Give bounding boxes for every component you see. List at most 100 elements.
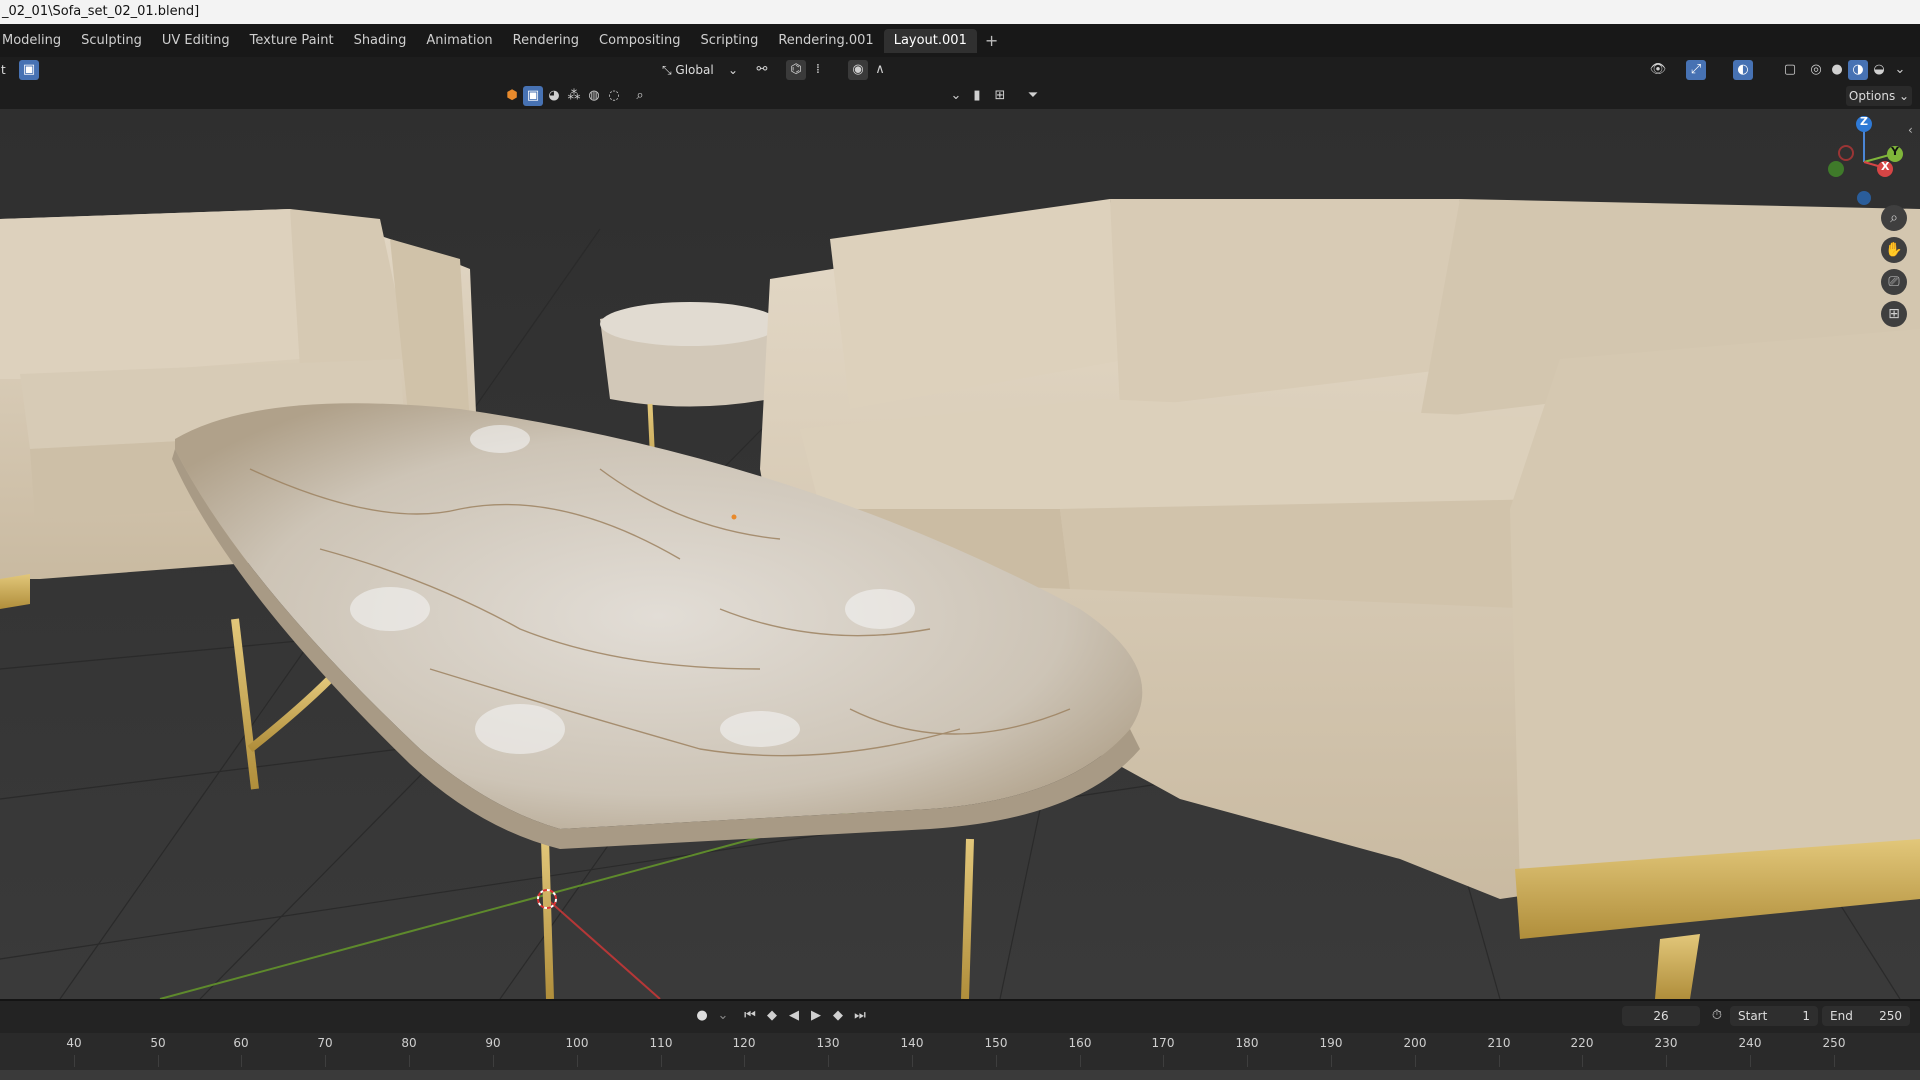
filter-down-icon[interactable]: ⌄ <box>946 86 966 106</box>
ruler-line <box>1163 1055 1164 1067</box>
particles-icon[interactable]: ⁂ <box>564 86 584 106</box>
next-keyframe-icon[interactable]: ◆ <box>828 1006 848 1026</box>
tab-compositing[interactable]: Compositing <box>589 29 691 53</box>
pan-hand-icon[interactable]: ✋ <box>1881 237 1907 263</box>
scene-render <box>0 109 1920 999</box>
play-icon[interactable]: ▶ <box>806 1006 826 1026</box>
tab-shading[interactable]: Shading <box>344 29 417 53</box>
select-box-icon[interactable]: ▣ <box>523 86 543 106</box>
scene-icon[interactable]: ⬢ <box>502 86 522 106</box>
pivot-icon[interactable]: ⚯ <box>752 60 772 80</box>
axis-gizmo-icon <box>1828 116 1903 205</box>
ruler-tick: 250 <box>1822 1036 1846 1050</box>
ruler-tick: 60 <box>233 1036 249 1050</box>
tab-scripting[interactable]: Scripting <box>691 29 769 53</box>
snap-target-icon[interactable]: ⁞ <box>808 60 828 80</box>
gizmo-z-label: Z <box>1860 115 1868 128</box>
ruler-line <box>996 1055 997 1067</box>
overlays-toggle-icon[interactable]: ◐ <box>1733 60 1753 80</box>
options-dropdown[interactable]: Options ⌄ <box>1846 86 1912 106</box>
ruler-tick: 140 <box>900 1036 924 1050</box>
ruler-tick: 230 <box>1654 1036 1678 1050</box>
tab-rendering-001[interactable]: Rendering.001 <box>768 29 883 53</box>
3d-viewport[interactable]: Z Y X ⌕ ✋ ⎚ ⊞ ‹ <box>0 109 1920 999</box>
rendered-shading-icon[interactable]: ◒ <box>1869 60 1889 80</box>
ruler-tick: 120 <box>732 1036 756 1050</box>
ruler-tick: 220 <box>1570 1036 1594 1050</box>
viewport-subheader: ⬢ ▣ ◕ ⁂ ◍ ◌ . ⌕ ⌄ ▮ ⊞ ⏷ Options ⌄ <box>0 83 1920 189</box>
layout-icon[interactable]: ⊞ <box>990 86 1010 106</box>
ruler-line <box>744 1055 745 1067</box>
gizmo-x-label: X <box>1881 160 1890 173</box>
sphere-icon[interactable]: ◕ <box>544 86 564 106</box>
ruler-line <box>1331 1055 1332 1067</box>
viewport-header: t ▣ ⤡ Global ⌄ ⚯ ⌬ ⁞ ◉ ∧ 👁 ⤢ ◐ ▢ ◎ ● ◑ ◒ … <box>0 57 1920 83</box>
solid-shading-icon[interactable]: ● <box>1827 60 1847 80</box>
record-options-chevron-icon[interactable]: ⌄ <box>713 1006 733 1026</box>
bookmark-icon[interactable]: ▮ <box>967 86 987 106</box>
navigation-gizmo[interactable]: Z Y X <box>1820 112 1920 212</box>
zoom-icon[interactable]: ⌕ <box>1881 205 1907 231</box>
ruler-tick: 100 <box>565 1036 589 1050</box>
ruler-line <box>828 1055 829 1067</box>
filter-icon[interactable]: ⏷ <box>1023 86 1043 106</box>
timeline-scrollbar[interactable] <box>0 1070 1920 1080</box>
end-value: 250 <box>1879 1009 1902 1023</box>
search-icon: ⌕ <box>636 88 644 103</box>
ruler-tick: 70 <box>317 1036 333 1050</box>
sidebar-toggle-chevron-icon[interactable]: ‹ <box>1908 123 1913 137</box>
end-label: End <box>1830 1009 1853 1023</box>
gizmo-y-label: Y <box>1891 145 1899 158</box>
proportional-edit-icon[interactable]: ◉ <box>848 60 868 80</box>
tab-texture-paint[interactable]: Texture Paint <box>240 29 344 53</box>
record-icon[interactable]: ● <box>692 1006 712 1026</box>
ruler-line <box>1750 1055 1751 1067</box>
ruler-tick: 90 <box>485 1036 501 1050</box>
ruler-line <box>912 1055 913 1067</box>
prev-keyframe-icon[interactable]: ◆ <box>762 1006 782 1026</box>
ruler-line <box>1582 1055 1583 1067</box>
wireframe-shading-icon[interactable]: ◎ <box>1806 60 1826 80</box>
ruler-line <box>493 1055 494 1067</box>
timeline-header: ● ⌄ ⏮ ◆ ◀ ▶ ◆ ⏭ 26 ⏱ Start 1 End 250 <box>0 999 1920 1033</box>
perspective-grid-icon[interactable]: ⊞ <box>1881 301 1907 327</box>
xray-toggle-icon[interactable]: ▢ <box>1780 60 1800 80</box>
visibility-icon[interactable]: 👁 <box>1648 60 1668 80</box>
chevron-down-icon: ⌄ <box>1899 89 1910 103</box>
options-label: Options <box>1848 89 1896 103</box>
camera-view-icon[interactable]: ⎚ <box>1881 269 1907 295</box>
snap-toggle-icon[interactable]: ⌬ <box>786 60 806 80</box>
window-title: _02_01\Sofa_set_02_01.blend] <box>0 0 1920 24</box>
material-shading-icon[interactable]: ◑ <box>1848 60 1868 80</box>
shading-options-chevron-icon[interactable]: ⌄ <box>1890 60 1910 80</box>
ruler-tick: 50 <box>150 1036 166 1050</box>
ruler-line <box>409 1055 410 1067</box>
world-icon[interactable]: ◍ <box>584 86 604 106</box>
tab-uv-editing[interactable]: UV Editing <box>152 29 240 53</box>
falloff-icon[interactable]: ∧ <box>870 60 890 80</box>
jump-start-icon[interactable]: ⏮ <box>740 1006 760 1026</box>
add-workspace-button[interactable]: + <box>977 31 1006 50</box>
tab-modeling[interactable]: Modeling <box>0 29 71 53</box>
header-left-char: t <box>1 63 6 77</box>
ruler-tick: 160 <box>1068 1036 1092 1050</box>
play-reverse-icon[interactable]: ◀ <box>784 1006 804 1026</box>
gizmo-toggle-icon[interactable]: ⤢ <box>1686 60 1706 80</box>
tab-sculpting[interactable]: Sculpting <box>71 29 152 53</box>
jump-end-icon[interactable]: ⏭ <box>850 1006 870 1026</box>
chevron-down-icon: ⌄ <box>727 63 738 77</box>
end-frame-field[interactable]: End 250 <box>1822 1006 1910 1026</box>
tab-animation[interactable]: Animation <box>416 29 502 53</box>
frame-ruler[interactable]: 40 50 60 70 80 90 100 110 120 130 140 15… <box>0 1033 1920 1080</box>
ruler-tick: 170 <box>1151 1036 1175 1050</box>
editor-type-icon[interactable]: ▣ <box>19 60 39 80</box>
transform-orientation-dropdown[interactable]: ⤡ Global ⌄ <box>658 60 742 80</box>
current-frame-field[interactable]: 26 <box>1622 1006 1700 1026</box>
tab-layout-001[interactable]: Layout.001 <box>883 28 977 53</box>
start-frame-field[interactable]: Start 1 <box>1730 1006 1818 1026</box>
ruler-line <box>661 1055 662 1067</box>
tab-rendering[interactable]: Rendering <box>503 29 589 53</box>
ruler-tick: 130 <box>816 1036 840 1050</box>
orientation-label: Global <box>675 63 714 77</box>
workspace-tabs: Modeling Sculpting UV Editing Texture Pa… <box>0 24 1920 57</box>
